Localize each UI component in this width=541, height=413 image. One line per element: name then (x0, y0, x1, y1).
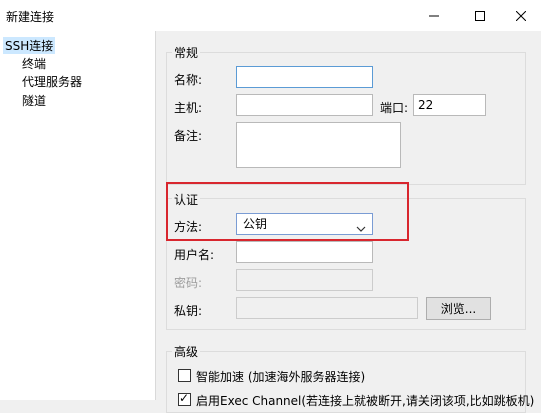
minimize-icon (429, 11, 439, 21)
smart-accel-checkbox[interactable] (178, 369, 191, 382)
host-input[interactable] (236, 94, 373, 116)
name-input[interactable] (236, 66, 373, 88)
username-label: 用户名: (174, 248, 215, 262)
method-label: 方法: (174, 220, 203, 234)
close-icon (516, 10, 526, 21)
auth-method-select[interactable]: 公钥 (236, 213, 373, 235)
window-titlebar: 新建连接 (0, 0, 541, 31)
maximize-icon (475, 10, 485, 21)
host-label: 主机: (174, 101, 203, 115)
exec-channel-label: 启用Exec Channel(若连接上就被断开,请关闭该项,比如跳板机) (196, 394, 535, 408)
settings-tree: SSH连接 终端 代理服务器 隧道 (0, 31, 156, 400)
note-label: 备注: (174, 129, 203, 143)
tree-item-ssh[interactable]: SSH连接 (3, 37, 56, 54)
name-label: 名称: (174, 73, 203, 87)
private-key-input (236, 297, 418, 319)
advanced-legend: 高级 (172, 343, 201, 360)
username-input[interactable] (236, 241, 373, 263)
tree-item-proxy[interactable]: 代理服务器 (22, 73, 82, 90)
password-label: 密码: (174, 276, 203, 290)
password-input (236, 269, 373, 291)
general-legend: 常规 (172, 44, 201, 61)
port-label: 端口: (380, 101, 409, 115)
maximize-button[interactable] (457, 0, 503, 31)
port-input[interactable]: 22 (413, 94, 486, 116)
smart-accel-label: 智能加速 (加速海外服务器连接) (196, 370, 366, 384)
minimize-button[interactable] (411, 0, 457, 31)
settings-content: 常规 名称: 主机: 端口: 22 备注: 认证 方法: 公钥 用户名: 密码:… (156, 31, 541, 413)
chevron-down-icon (356, 220, 366, 236)
auth-method-value: 公钥 (243, 217, 268, 231)
tree-item-terminal[interactable]: 终端 (22, 55, 46, 72)
window-title: 新建连接 (6, 10, 55, 24)
tree-item-tunnel[interactable]: 隧道 (22, 92, 46, 109)
browse-button[interactable]: 浏览... (426, 297, 491, 320)
note-textarea[interactable] (236, 122, 401, 168)
private-key-label: 私钥: (174, 304, 203, 318)
close-button[interactable] (498, 0, 541, 31)
